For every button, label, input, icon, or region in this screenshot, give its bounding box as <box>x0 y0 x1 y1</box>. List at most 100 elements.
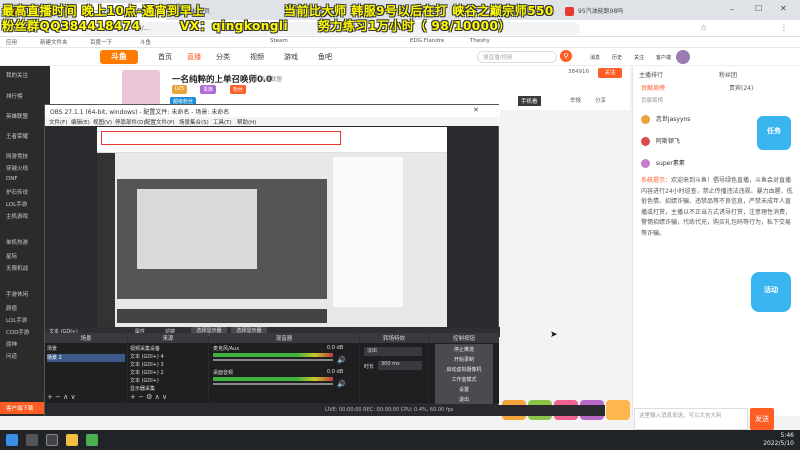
obs-menu-item[interactable]: 配置文件(P) <box>145 118 175 126</box>
send-button[interactable]: 发送 <box>750 408 774 430</box>
sidebar-item-mobile[interactable]: 手游休闲 <box>0 290 50 298</box>
studio-mode-button[interactable]: 工作室模式 <box>435 374 493 384</box>
chrome-icon[interactable] <box>86 434 98 446</box>
douyu-logo[interactable]: 斗鱼 <box>100 50 138 64</box>
start-recording-button[interactable]: 开始录制 <box>435 354 493 364</box>
explorer-icon[interactable] <box>66 434 78 446</box>
scene-item[interactable]: 场景 <box>47 345 125 353</box>
nav-category[interactable]: 分类 <box>216 52 230 62</box>
desktop-volume-slider[interactable] <box>213 383 333 385</box>
obs-menu-item[interactable]: 工具(T) <box>213 118 232 126</box>
sidebar-item-genshin[interactable]: 原神 <box>0 340 50 348</box>
obs-taskbar-icon[interactable] <box>46 434 58 446</box>
mic-volume-slider[interactable] <box>213 359 333 361</box>
sidebar-item-star[interactable]: 星际 <box>0 252 50 260</box>
search-icon[interactable]: ⚲ <box>560 50 572 62</box>
source-item[interactable]: 文本 (GDI+) 2 <box>130 369 164 376</box>
event-banner-icon[interactable]: 活动 <box>751 272 791 312</box>
obs-menu-item[interactable]: 帮助(H) <box>237 118 256 126</box>
settings-button[interactable]: 设置 <box>435 384 493 394</box>
rank-tab-header[interactable]: 主播排行 <box>639 70 663 79</box>
source-item[interactable]: 文本 (GDI+) 4 <box>130 353 164 360</box>
rank-row[interactable]: super素素 <box>641 158 791 170</box>
sidebar-item-rank[interactable]: 排行榜 <box>0 92 50 100</box>
sidebar-item-yanzhi[interactable]: 颜值 <box>0 304 50 312</box>
messages-link[interactable]: 消息 <box>590 54 600 61</box>
gift-icon[interactable] <box>606 400 630 420</box>
obs-menu-item[interactable]: 场景集合(S) <box>179 118 209 126</box>
sidebar-item-lolm[interactable]: LOL手游 <box>0 200 50 208</box>
mobile-watch-button[interactable]: 手机看 <box>518 96 541 106</box>
transition-select[interactable]: 淡出 <box>364 347 422 356</box>
sidebar-item-wangyou[interactable]: 网游竞技 <box>0 152 50 160</box>
share-link[interactable]: 分享 <box>595 96 606 104</box>
mic-speaker-icon[interactable]: 🔊 <box>337 356 346 364</box>
sidebar-item-single[interactable]: 单机热游 <box>0 238 50 246</box>
obs-menu-item[interactable]: 视图(V) <box>93 118 112 126</box>
exit-button[interactable]: 退出 <box>435 394 493 404</box>
sidebar-item-lol[interactable]: 英雄联盟 <box>0 112 50 120</box>
nav-yuba[interactable]: 鱼吧 <box>318 52 332 62</box>
nav-live[interactable]: 直播 <box>187 52 201 62</box>
bookmark[interactable]: 新建文件夹 <box>40 38 68 46</box>
report-link[interactable]: 举报 <box>570 96 581 104</box>
menu-icon[interactable]: ⋮ <box>780 23 788 32</box>
sidebar-item-cf[interactable]: 穿越火线 <box>0 164 50 172</box>
source-item[interactable]: 文本 (GDI+) 3 <box>130 361 164 368</box>
tab-vip[interactable]: 贵宾(24) <box>729 83 753 92</box>
minimize-icon[interactable]: – <box>730 5 734 14</box>
bookmark[interactable]: 应用 <box>6 38 17 46</box>
obs-menu-item[interactable]: 停靠部件(D) <box>115 118 146 126</box>
system-clock[interactable]: 5:46 2022/5/10 <box>763 432 794 448</box>
sidebar-item-machine[interactable]: 无限机战 <box>0 264 50 272</box>
search-input[interactable]: 搜直播/视频 <box>477 51 557 63</box>
nav-game[interactable]: 游戏 <box>284 52 298 62</box>
chat-input[interactable]: 这里输入消息发送，可以大吉大利 <box>634 408 748 430</box>
nav-home[interactable]: 首页 <box>158 52 172 62</box>
fan-tab-header[interactable]: 粉丝团 <box>719 70 737 79</box>
obs-preview-canvas[interactable] <box>97 127 447 327</box>
nav-video[interactable]: 视频 <box>250 52 264 62</box>
sidebar-item-cdd[interactable]: CDD手游 <box>0 328 50 336</box>
bookmark[interactable]: Theshy <box>470 38 490 44</box>
obs-menu-item[interactable]: 编辑(E) <box>71 118 90 126</box>
source-item[interactable]: 视频采集设备 <box>130 345 160 352</box>
sidebar-item-wendao[interactable]: 问道 <box>0 352 50 360</box>
bookmark[interactable]: 斗鱼 <box>140 38 151 46</box>
source-item[interactable]: 文本 (GDI+) <box>130 377 159 384</box>
source-item[interactable]: 显示器采集 <box>130 385 155 392</box>
close-icon[interactable]: ✕ <box>780 4 787 13</box>
history-link[interactable]: 历史 <box>612 54 622 61</box>
sidebar-item-lolm2[interactable]: LOL手游 <box>0 316 50 324</box>
sidebar-item-follow[interactable]: 我的关注 <box>0 71 50 79</box>
add-scene-icon[interactable]: + − ∧ ∨ <box>47 393 76 401</box>
stop-streaming-button[interactable]: 停止推流 <box>435 344 493 354</box>
follow-link[interactable]: 关注 <box>634 54 644 61</box>
client-link[interactable]: 客户端 <box>656 54 671 61</box>
virtual-camera-button[interactable]: 启动虚拟摄像机 <box>435 364 493 374</box>
user-avatar[interactable] <box>676 50 690 64</box>
sidebar-item-console[interactable]: 主机游戏 <box>0 212 50 220</box>
sidebar-client-download[interactable]: 客户端下载 <box>0 402 50 414</box>
search-icon[interactable] <box>26 434 38 446</box>
room-category[interactable]: 英雄联盟 <box>260 75 282 83</box>
task-badge-icon[interactable]: 任务 <box>757 116 791 150</box>
desktop-speaker-icon[interactable]: 🔊 <box>337 380 346 388</box>
sidebar-item-dnf[interactable]: DNF <box>0 176 50 182</box>
duration-input[interactable]: 300 ms <box>378 361 422 370</box>
bookmark[interactable]: Steam <box>270 38 288 44</box>
sidebar-item-wzry[interactable]: 王者荣耀 <box>0 132 50 140</box>
obs-menu-item[interactable]: 文件(F) <box>49 118 67 126</box>
bookmark[interactable]: 百度一下 <box>90 38 112 46</box>
maximize-icon[interactable]: ☐ <box>755 4 762 13</box>
sidebar-item-hearthstone[interactable]: 炉石传说 <box>0 188 50 196</box>
browser-tab[interactable]: 95汽油能跑98吗 <box>560 3 640 20</box>
scene-item-selected[interactable]: 场景 2 <box>47 354 125 362</box>
obs-close-icon[interactable]: ✕ <box>473 106 479 114</box>
windows-start-icon[interactable] <box>6 434 18 446</box>
tab-weekly-rank[interactable]: 贡献周榜 <box>641 83 665 92</box>
bookmark[interactable]: EDG.Flandre <box>410 38 444 44</box>
add-source-icon[interactable]: + − ⚙ ∧ ∨ <box>130 393 167 401</box>
streamer-avatar[interactable] <box>122 70 160 106</box>
star-icon[interactable]: ☆ <box>700 23 707 32</box>
